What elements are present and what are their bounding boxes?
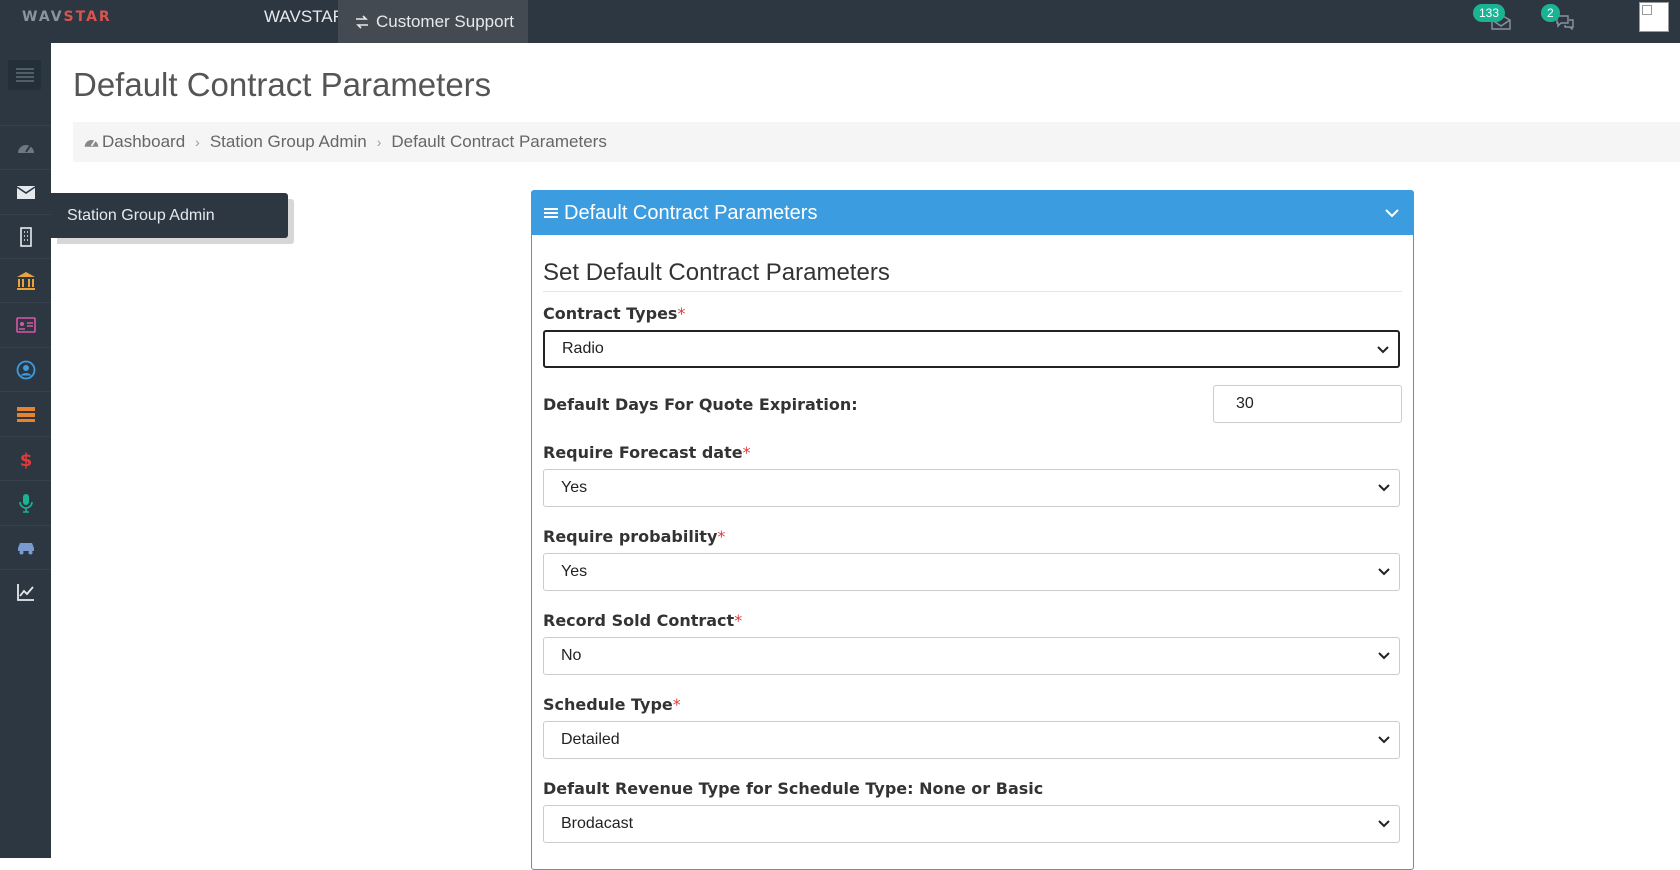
record-sold-select[interactable]: No [543,637,1400,675]
panel-title: Default Contract Parameters [564,201,818,224]
record-sold-field: Record Sold Contract* No [543,611,1402,675]
quote-expiration-label: Default Days For Quote Expiration: [543,394,858,414]
microphone-icon [18,494,33,513]
schedule-type-label: Schedule Type* [543,695,681,714]
svg-text:$: $ [19,450,32,469]
contract-types-label: Contract Types* [543,304,686,323]
messages-notification[interactable]: 133 [1473,4,1513,34]
sidebar-item-audio[interactable] [0,480,51,525]
app-name: WAVSTAR [264,7,345,26]
chat-badge: 2 [1541,4,1560,22]
chevron-down-icon [1377,346,1389,354]
customer-support-label: Customer Support [376,11,514,31]
sidebar-item-users[interactable] [0,347,51,392]
sidebar-item-station-group-admin[interactable] [0,214,51,259]
probability-label: Require probability* [543,527,726,546]
probability-field: Require probability* Yes [543,527,1402,591]
sidebar-item-mail[interactable] [0,169,51,214]
chevron-down-icon [1378,568,1390,576]
contract-types-field: Contract Types* Radio [543,304,1402,368]
chevron-down-icon [1378,652,1390,660]
bank-icon [16,272,35,290]
breadcrumb-separator: › [195,134,200,150]
chevron-down-icon [1378,820,1390,828]
breadcrumb-current: Default Contract Parameters [391,132,607,151]
chat-notification[interactable]: 2 [1541,4,1581,34]
user-avatar[interactable] [1639,2,1669,32]
quote-expiration-row: Default Days For Quote Expiration: 30 [543,385,1402,423]
section-title: Set Default Contract Parameters [543,259,1402,292]
probability-select[interactable]: Yes [543,553,1400,591]
bars-icon [544,208,558,218]
line-chart-icon [16,584,34,601]
probability-value: Yes [561,563,588,580]
dollar-icon: $ [19,450,32,469]
chevron-down-icon [1378,484,1390,492]
sidebar-item-traffic[interactable] [0,525,51,570]
quote-expiration-input[interactable]: 30 [1213,385,1402,423]
exchange-icon [356,14,368,29]
revenue-type-value: Brodacast [561,815,634,832]
top-navbar: WAVSTAR WAVSTAR Customer Support 133 2 [0,0,1680,43]
sidebar: $ [0,43,51,858]
customer-support-button[interactable]: Customer Support [338,0,528,43]
sidebar-item-bank[interactable] [0,258,51,303]
panel-header: Default Contract Parameters [532,191,1413,235]
sidebar-item-dashboard[interactable] [0,125,51,170]
revenue-type-label: Default Revenue Type for Schedule Type: … [543,779,1044,798]
sidebar-item-inventory[interactable] [0,391,51,436]
list-icon [15,68,34,82]
page-title: Default Contract Parameters [73,66,492,103]
record-sold-value: No [561,647,582,664]
revenue-type-field: Default Revenue Type for Schedule Type: … [543,779,1402,843]
breadcrumb-separator: › [376,134,382,150]
server-icon [16,407,35,422]
forecast-date-select[interactable]: Yes [543,469,1400,507]
forecast-date-value: Yes [561,479,588,496]
revenue-type-select[interactable]: Brodacast [543,805,1400,843]
chevron-down-icon [1378,736,1390,744]
schedule-type-field: Schedule Type* Detailed [543,695,1402,759]
forecast-date-field: Require Forecast date* Yes [543,443,1402,507]
contract-types-value: Radio [562,340,604,357]
schedule-type-select[interactable]: Detailed [543,721,1400,759]
building-icon [19,227,32,247]
dashboard-icon [17,145,34,153]
id-card-icon [15,317,36,333]
sidebar-item-billing[interactable]: $ [0,436,51,481]
record-sold-label: Record Sold Contract* [543,611,743,630]
chevron-down-icon[interactable] [1383,204,1401,222]
wavstar-logo[interactable]: WAVSTAR [22,9,112,25]
envelope-icon [16,186,35,199]
messages-badge: 133 [1473,4,1506,22]
sidebar-item-contacts[interactable] [0,302,51,347]
forecast-date-label: Require Forecast date* [543,443,751,462]
logo-text-accent: STAR [63,9,112,25]
sidebar-toggle-button[interactable] [8,60,41,90]
dashboard-icon [84,139,99,147]
breadcrumb-link-station-group-admin[interactable]: Station Group Admin [210,132,367,152]
contract-parameters-panel: Default Contract Parameters Set Default … [531,190,1414,870]
car-icon [17,543,34,555]
breadcrumb: Dashboard › Station Group Admin › Defaul… [73,122,1680,162]
schedule-type-value: Detailed [561,731,620,748]
sidebar-item-reports[interactable] [0,569,51,614]
logo-text-main: WAV [22,9,64,25]
contract-types-select[interactable]: Radio [543,330,1400,368]
breadcrumb-link-dashboard[interactable]: Dashboard [102,132,185,152]
user-circle-icon [16,360,35,380]
sidebar-tooltip: Station Group Admin [51,193,288,238]
